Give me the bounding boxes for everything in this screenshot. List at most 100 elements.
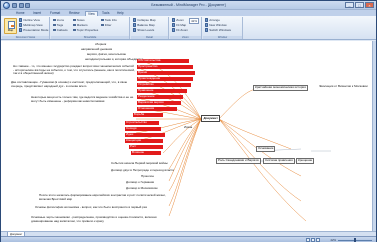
red-topic[interactable]: Строительство xyxy=(125,120,159,125)
red-topic[interactable]: Рост xyxy=(129,144,163,149)
multimap-view-icon xyxy=(19,23,23,27)
red-topic[interactable]: Варяжская версия xyxy=(137,100,181,105)
topic-properties-checkbox[interactable] xyxy=(73,28,76,32)
notes-label: Notes xyxy=(76,18,85,22)
map-topic[interactable]: Договор о Германии xyxy=(126,180,154,185)
toggle-markers[interactable]: Markers xyxy=(73,23,88,27)
zoom-button[interactable]: Zoom xyxy=(172,18,184,22)
view-buttons xyxy=(306,238,320,242)
balance-map-label: Balance Map xyxy=(137,23,155,27)
markers-checkbox[interactable] xyxy=(73,23,76,27)
notes-checkbox[interactable] xyxy=(73,18,76,22)
icons-checkbox[interactable] xyxy=(53,18,56,22)
map-topic[interactable]: неподконтрольная и, которая объединяет xyxy=(85,57,143,62)
subtopic-box[interactable]: Крещение xyxy=(296,158,315,165)
map-topic[interactable]: Договор в Московском xyxy=(126,186,157,191)
close-button[interactable]: × xyxy=(365,2,374,8)
presentation-mode-button[interactable]: Presentation Mode xyxy=(19,28,48,32)
subtopic-box[interactable]: Роль Скандинавии и Варягов xyxy=(216,158,261,165)
collapse-map-button[interactable]: Collapse Map xyxy=(133,18,156,22)
show-levels-button[interactable]: Show Levels xyxy=(133,28,154,32)
map-topic-paragraph[interactable]: После этого началось формирование европе… xyxy=(39,193,167,201)
collapse-map-icon xyxy=(133,18,137,22)
ribbon: Map Outline View Multimap View Presentat… xyxy=(1,16,376,40)
multimap-view-button[interactable]: Multimap View xyxy=(19,23,43,27)
toggle-topic-properties[interactable]: Topic Properties xyxy=(73,28,98,32)
outline-view-status-icon[interactable] xyxy=(311,238,315,242)
map-view-status-icon[interactable] xyxy=(306,238,310,242)
outline-view-label: Outline View xyxy=(23,18,40,22)
right-node[interactable]: Эволюция от Византии к Московии xyxy=(319,84,368,89)
minimize-button[interactable]: – xyxy=(345,2,354,8)
red-topic[interactable]: Отношения xyxy=(137,106,177,111)
group-show-hide: Icons Tags Callouts Notes Markers Topic … xyxy=(51,17,130,39)
zoom-value-field[interactable]: 42% xyxy=(189,18,200,24)
map-topic[interactable]: События начала Первой мировой войны xyxy=(111,161,168,166)
new-window-button[interactable]: New Window xyxy=(205,23,227,27)
toggle-task-info[interactable]: Task Info xyxy=(101,18,117,22)
map-topic[interactable]: Прошлое xyxy=(141,174,154,179)
toggle-icons[interactable]: Icons xyxy=(53,18,64,22)
title-bar: Безымянный - MindManager Pro - [Документ… xyxy=(1,1,376,10)
tags-checkbox[interactable] xyxy=(53,23,56,27)
callouts-checkbox[interactable] xyxy=(53,28,56,32)
map-topic[interactable]: Договор двух в Петрограде и переход влас… xyxy=(111,168,174,173)
red-topic[interactable]: Идеи xyxy=(125,132,165,137)
central-topic[interactable]: Документ xyxy=(201,115,221,122)
group-label-show-hide: Show/Hide xyxy=(51,35,129,39)
subtopic-box[interactable]: Система правления xyxy=(263,158,295,165)
window-title: Безымянный - MindManager Pro - [Документ… xyxy=(151,3,226,8)
window-controls: – □ × xyxy=(345,2,374,8)
zoom-slider[interactable] xyxy=(338,238,372,242)
red-topic[interactable]: Борьба xyxy=(133,112,163,117)
balance-map-button[interactable]: Balance Map xyxy=(133,23,155,27)
red-topic[interactable]: Обстоятельства xyxy=(137,58,189,63)
balance-map-icon xyxy=(133,23,137,27)
map-topic-paragraph[interactable]: Основы философии колонизма - вопрос, как… xyxy=(35,205,167,210)
subtopic-box[interactable]: Основание xyxy=(256,146,276,153)
zoom-slider-thumb[interactable] xyxy=(354,238,356,242)
map-topic-paragraph[interactable]: Две составляющие - Гуманизм (в основе) и… xyxy=(11,80,135,88)
app-window: Безымянный - MindManager Pro - [Документ… xyxy=(0,0,377,242)
toggle-notes[interactable]: Notes xyxy=(73,18,85,22)
outline-view-button[interactable]: Outline View xyxy=(19,18,40,22)
zoom-percent: 42% xyxy=(330,238,336,242)
red-topic[interactable]: Влияние xyxy=(131,150,161,155)
outline-view-icon xyxy=(19,18,23,22)
arrange-button[interactable]: Arrange xyxy=(205,18,220,22)
fit-zoom-button[interactable]: Fit Zoom xyxy=(172,28,188,32)
map-canvas[interactable]: сборник направлений дыхания версия, фигн… xyxy=(1,41,376,231)
red-topic[interactable]: Соседи xyxy=(125,126,161,131)
new-window-icon xyxy=(205,23,209,27)
toggle-tags[interactable]: Tags xyxy=(53,23,63,27)
main-topic[interactable]: Кратчайшая экономическая история xyxy=(253,85,308,92)
group-label-document-views: Document Views xyxy=(2,35,49,39)
small-label[interactable]: Ирина xyxy=(184,125,192,130)
red-topic[interactable]: Разделение xyxy=(137,94,183,99)
red-topic[interactable]: Происхождение xyxy=(137,76,193,81)
gantt-view-status-icon[interactable] xyxy=(316,238,320,242)
map-topic-paragraph[interactable]: Основные черты экономики - распределение… xyxy=(31,215,167,223)
tags-label: Tags xyxy=(56,23,64,27)
red-topic[interactable]: Устройство xyxy=(137,82,191,87)
switch-windows-label: Switch Windows xyxy=(209,28,232,32)
switch-windows-button[interactable]: Switch Windows xyxy=(205,28,231,32)
task-pane-dock[interactable] xyxy=(372,41,376,231)
toggle-filter[interactable]: Filter xyxy=(101,23,111,27)
red-topic[interactable]: Время xyxy=(137,70,195,75)
map-view-button[interactable]: Map xyxy=(4,18,17,34)
maximize-button[interactable]: □ xyxy=(355,2,364,8)
filter-checkbox[interactable] xyxy=(101,23,104,27)
group-label-zoom: Zoom xyxy=(170,35,201,39)
red-topic[interactable]: Пространство xyxy=(137,64,193,69)
toggle-callouts[interactable]: Callouts xyxy=(53,28,68,32)
arrange-icon xyxy=(205,18,209,22)
task-info-checkbox[interactable] xyxy=(101,18,104,22)
red-topic[interactable]: Правление xyxy=(137,88,187,93)
red-topic[interactable]: Концепции xyxy=(125,138,163,143)
map-topic-paragraph[interactable]: Некоторые вещи есть только там, где веде… xyxy=(31,95,135,103)
collapse-map-label: Collapse Map xyxy=(137,18,156,22)
map-topic-paragraph[interactable]: Но главное - то, что именно государство … xyxy=(13,64,135,76)
group-window: Arrange New Window Switch Windows Window xyxy=(203,17,243,39)
fit-map-button[interactable]: Fit Map xyxy=(172,23,186,27)
